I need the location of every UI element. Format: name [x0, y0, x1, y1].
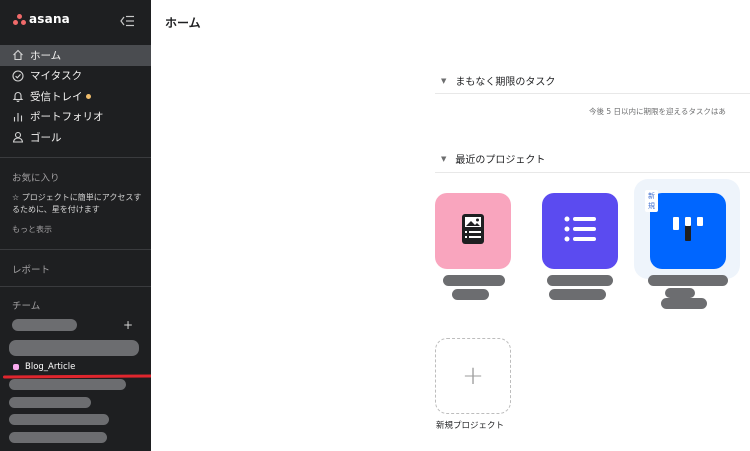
sidebar-item-my-tasks[interactable]: マイタスク	[0, 66, 151, 87]
sidebar-item-goals[interactable]: ゴール	[0, 127, 151, 148]
blurred-project-name[interactable]	[648, 275, 728, 286]
page-title: ホーム	[165, 16, 201, 30]
blurred-project-name[interactable]	[443, 275, 505, 286]
main-content: ホーム ▼ まもなく期限のタスク 今後 5 日以内に期限を迎えるタスクはあ ▼ …	[151, 0, 750, 451]
blurred-project-name[interactable]	[665, 288, 695, 298]
asana-logo[interactable]: asana	[13, 12, 70, 26]
favorites-title: お気に入り	[12, 173, 60, 184]
sidebar-item-inbox[interactable]: 受信トレイ	[0, 86, 151, 107]
document-image-icon	[462, 214, 484, 248]
project-tile[interactable]	[542, 193, 618, 269]
sidebar-item-label: ポートフォリオ	[30, 111, 104, 124]
sidebar-nav: ホーム マイタスク 受信トレイ ポートフォリオ ゴール	[0, 45, 151, 148]
new-badge: 新規	[645, 190, 658, 212]
sidebar-item-label: ホーム	[30, 49, 62, 62]
bar-chart-icon	[12, 111, 24, 123]
list-icon	[564, 216, 596, 246]
blurred-project-item[interactable]	[9, 397, 91, 408]
blurred-project-item[interactable]	[9, 379, 126, 390]
add-team-button[interactable]: +	[123, 318, 133, 332]
board-icon	[673, 217, 703, 245]
sidebar-item-label: マイタスク	[30, 70, 83, 83]
upcoming-tasks-empty-note: 今後 5 日以内に期限を迎えるタスクはあ	[589, 107, 726, 116]
caret-down-icon: ▼	[441, 154, 447, 163]
favorites-hint: ☆ プロジェクトに簡単にアクセスするために、星を付けます	[12, 193, 142, 214]
blurred-team-name[interactable]	[12, 319, 77, 331]
bell-icon	[12, 90, 24, 103]
sidebar-item-home[interactable]: ホーム	[0, 45, 151, 66]
sidebar-collapse-icon[interactable]	[119, 13, 135, 27]
sidebar-item-portfolios[interactable]: ポートフォリオ	[0, 107, 151, 128]
caret-down-icon: ▼	[441, 76, 447, 85]
sidebar-project-blog-article[interactable]: Blog_Article	[13, 362, 75, 372]
blurred-project-item[interactable]	[9, 340, 139, 356]
project-tile[interactable]	[650, 193, 726, 269]
section-divider	[435, 172, 750, 173]
red-annotation-line	[2, 374, 157, 379]
plus-icon: +	[462, 361, 484, 391]
project-color-square	[13, 364, 19, 370]
sidebar: asana ホーム マイタスク 受信トレイ ポートフォリオ ゴール お気に入り …	[0, 0, 157, 451]
upcoming-tasks-title: まもなく期限のタスク	[455, 77, 556, 88]
check-circle-icon	[12, 70, 24, 82]
section-divider	[435, 93, 750, 94]
sidebar-project-label: Blog_Article	[25, 362, 76, 372]
sidebar-item-label: 受信トレイ	[30, 90, 83, 103]
sidebar-divider	[0, 157, 151, 158]
blurred-project-name[interactable]	[661, 298, 707, 309]
reports-title[interactable]: レポート	[12, 262, 50, 276]
teams-title: チーム	[12, 301, 41, 312]
home-icon	[12, 49, 24, 61]
blurred-project-item[interactable]	[9, 432, 107, 443]
new-project-button[interactable]: +	[435, 338, 511, 414]
person-icon	[12, 131, 24, 143]
upcoming-tasks-header[interactable]: ▼ まもなく期限のタスク	[441, 73, 556, 89]
blurred-project-name[interactable]	[549, 289, 606, 300]
notification-dot	[85, 93, 91, 99]
recent-projects-header[interactable]: ▼ 最近のプロジェクト	[441, 151, 546, 167]
project-tile[interactable]	[435, 193, 511, 269]
blurred-project-item[interactable]	[9, 414, 109, 425]
sidebar-divider	[0, 249, 151, 250]
sidebar-divider	[0, 286, 151, 287]
asana-logo-icon	[13, 13, 26, 25]
show-more-link[interactable]: もっと表示	[12, 224, 52, 235]
new-project-label[interactable]: 新規プロジェクト	[436, 419, 504, 431]
logo-text: asana	[29, 12, 70, 26]
blurred-project-name[interactable]	[452, 289, 489, 300]
recent-projects-title: 最近のプロジェクト	[455, 155, 546, 166]
sidebar-item-label: ゴール	[30, 131, 62, 144]
blurred-project-name[interactable]	[547, 275, 613, 286]
